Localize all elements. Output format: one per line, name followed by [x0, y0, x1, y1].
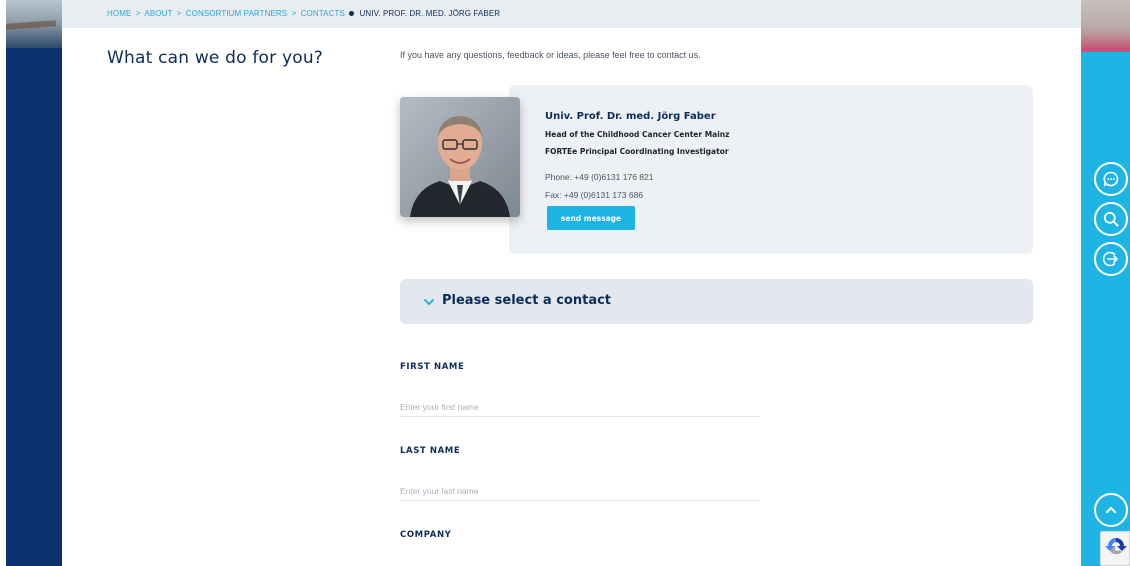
breadcrumb-consortium-partners[interactable]: CONSORTIUM PARTNERS [186, 9, 287, 18]
send-message-button[interactable]: send message [547, 206, 635, 230]
chat-button[interactable] [1094, 162, 1128, 196]
left-header-image [0, 0, 62, 48]
first-name-label: FIRST NAME [400, 362, 465, 372]
intro-text: If you have any questions, feedback or i… [400, 50, 701, 60]
chevron-up-icon [1105, 506, 1117, 514]
login-button[interactable] [1094, 242, 1128, 276]
left-frame-band [0, 0, 62, 566]
right-frame-band [1081, 0, 1130, 566]
chevron-down-icon [424, 299, 434, 305]
right-accent-strip [1081, 48, 1130, 52]
breadcrumb-separator: > [176, 9, 182, 18]
breadcrumb-dot-icon [349, 10, 355, 16]
login-icon [1102, 251, 1118, 267]
last-name-label: LAST NAME [400, 446, 461, 456]
first-name-input[interactable] [400, 397, 760, 417]
contact-photo [400, 97, 520, 217]
breadcrumb-separator: > [291, 9, 297, 18]
breadcrumb-current: UNIV. PROF. DR. MED. JÖRG FABER [359, 9, 501, 18]
recaptcha-icon [1105, 538, 1127, 555]
breadcrumb-contacts[interactable]: CONTACTS [301, 9, 345, 18]
breadcrumb-separator: > [135, 9, 141, 18]
chat-icon [1103, 171, 1119, 187]
right-header-image [1081, 0, 1130, 48]
company-label: COMPANY [400, 530, 452, 540]
contact-role-primary: Head of the Childhood Cancer Center Main… [545, 130, 730, 139]
search-icon [1103, 211, 1119, 227]
recaptcha-badge[interactable] [1100, 531, 1130, 566]
contact-role-secondary: FORTEe Principal Coordinating Investigat… [545, 147, 729, 156]
breadcrumb-about[interactable]: ABOUT [144, 9, 172, 18]
select-contact-label: Please select a contact [442, 293, 612, 308]
scroll-to-top-button[interactable] [1094, 493, 1128, 527]
left-edge-strip [0, 0, 6, 566]
contact-fax: Fax: +49 (0)6131 173 686 [545, 190, 644, 200]
page-title: What can we do for you? [107, 48, 324, 68]
search-button[interactable] [1094, 202, 1128, 236]
contact-phone: Phone: +49 (0)6131 176 821 [545, 172, 654, 182]
breadcrumb: HOME > ABOUT > CONSORTIUM PARTNERS > CON… [107, 9, 500, 18]
contact-portrait-image [400, 97, 520, 217]
last-name-input[interactable] [400, 481, 760, 501]
breadcrumb-home[interactable]: HOME [107, 9, 131, 18]
contact-name: Univ. Prof. Dr. med. Jörg Faber [545, 111, 716, 122]
